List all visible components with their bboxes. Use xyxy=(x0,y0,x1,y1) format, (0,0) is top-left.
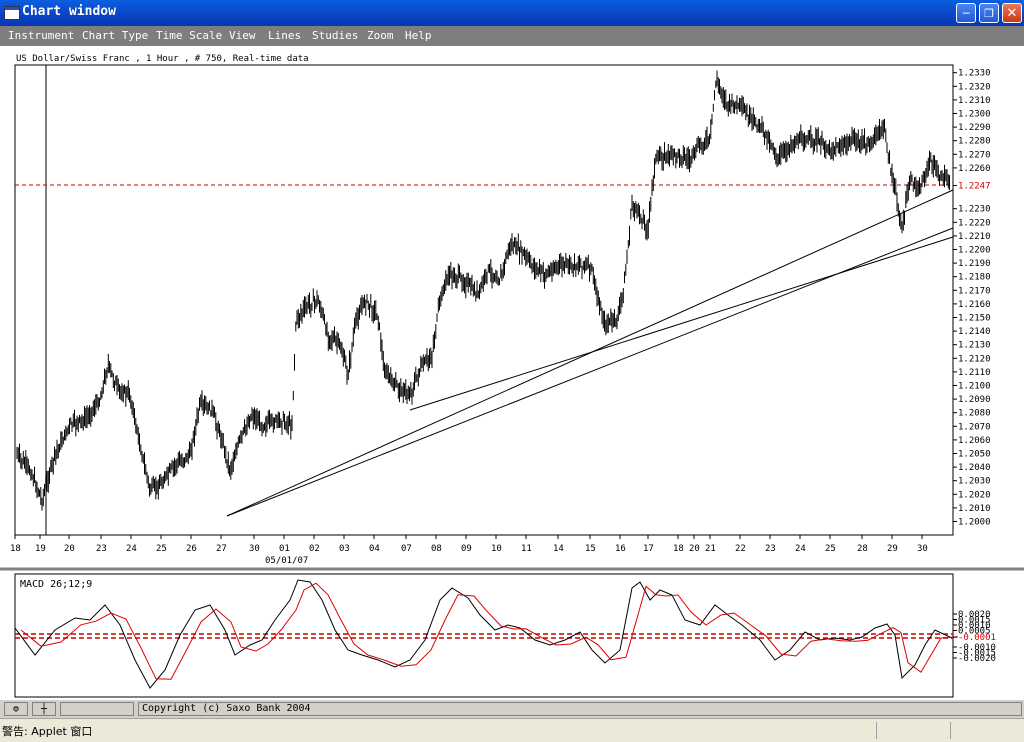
price-tick-label: 1.2280 xyxy=(958,137,991,147)
date-tick-label: 25 xyxy=(825,544,836,554)
date-tick-label: 17 xyxy=(643,544,654,554)
date-tick-label: 14 xyxy=(553,544,564,554)
price-tick-label: 1.2300 xyxy=(958,110,991,120)
status-bar: 警告: Applet 窗口 xyxy=(0,718,1024,742)
macd-label: MACD 26;12;9 xyxy=(20,579,92,590)
price-tick-label: 1.2320 xyxy=(958,82,991,92)
date-tick-label: 20 xyxy=(689,544,700,554)
price-tick-label: 1.2080 xyxy=(958,409,991,419)
price-tick-label: 1.2270 xyxy=(958,150,991,160)
pin-button[interactable]: ⎊ xyxy=(4,702,28,716)
price-tick-label: 1.2230 xyxy=(958,205,991,215)
date-tick-label: 24 xyxy=(126,544,137,554)
price-tick-label: 1.2030 xyxy=(958,477,991,487)
price-tick-label: 1.2000 xyxy=(958,518,991,528)
price-tick-label: 1.2130 xyxy=(958,341,991,351)
price-tick-label: 1.2170 xyxy=(958,286,991,296)
price-tick-label: 1.2210 xyxy=(958,232,991,242)
price-tick-label: 1.2190 xyxy=(958,259,991,269)
price-tick-label: 1.2120 xyxy=(958,354,991,364)
status-text: 警告: Applet 窗口 xyxy=(2,725,93,738)
date-tick-label: 09 xyxy=(461,544,472,554)
price-axis: 1.2330 1.2320 1.2310 1.2300 1.2290 1.2280 1.22… xyxy=(953,69,991,528)
date-tick-label: 18 xyxy=(673,544,684,554)
month-label: 05/01/07 xyxy=(265,556,308,566)
price-tick-label: 1.2040 xyxy=(958,463,991,473)
date-tick-label: 01 xyxy=(279,544,290,554)
date-tick-label: 23 xyxy=(96,544,107,554)
date-tick-label: 23 xyxy=(765,544,776,554)
date-tick-label: 27 xyxy=(216,544,227,554)
price-tick-label: 1.2140 xyxy=(958,327,991,337)
price-tick-label: 1.2050 xyxy=(958,450,991,460)
date-tick-label: 16 xyxy=(615,544,626,554)
date-tick-label: 07 xyxy=(401,544,412,554)
price-tick-label: 1.2330 xyxy=(958,69,991,79)
price-chart[interactable]: US Dollar/Swiss Franc , 1 Hour , # 750, … xyxy=(0,0,1024,700)
macd-tick-label: -0.0001 xyxy=(958,633,996,643)
trend-line-middle[interactable] xyxy=(409,236,954,411)
date-tick-label: 19 xyxy=(35,544,46,554)
price-tick-label: 1.2220 xyxy=(958,218,991,228)
date-tick-label: 22 xyxy=(735,544,746,554)
crosshair-button[interactable]: ┼ xyxy=(32,702,56,716)
macd-tick-label: -0.0020 xyxy=(958,654,996,664)
date-tick-label: 26 xyxy=(186,544,197,554)
date-tick-label: 30 xyxy=(917,544,928,554)
date-tick-label: 03 xyxy=(339,544,350,554)
price-tick-label: 1.2020 xyxy=(958,490,991,500)
date-tick-label: 21 xyxy=(705,544,716,554)
price-tick-label: 1.2160 xyxy=(958,300,991,310)
date-tick-label: 08 xyxy=(431,544,442,554)
chart-header: US Dollar/Swiss Franc , 1 Hour , # 750, … xyxy=(16,54,309,64)
date-tick-label: 10 xyxy=(491,544,502,554)
price-tick-label: 1.2200 xyxy=(958,246,991,256)
price-tick-label: 1.2290 xyxy=(958,123,991,133)
price-tick-label: 1.2010 xyxy=(958,504,991,514)
date-tick-label: 24 xyxy=(795,544,806,554)
macd-axis: 0.00200.00150.00100.0005-0.0001-0.0010-0… xyxy=(953,610,996,664)
date-tick-label: 04 xyxy=(369,544,380,554)
signal-line xyxy=(20,582,959,680)
date-tick-label: 11 xyxy=(521,544,532,554)
bottom-toolbar: ⎊ ┼ Copyright (c) Saxo Bank 2004 xyxy=(0,700,1024,718)
date-tick-label: 15 xyxy=(585,544,596,554)
price-tick-label: 1.2110 xyxy=(958,368,991,378)
date-tick-label: 30 xyxy=(249,544,260,554)
date-tick-label: 18 xyxy=(10,544,21,554)
price-tick-label: 1.2090 xyxy=(958,395,991,405)
price-bars xyxy=(16,70,950,511)
copyright-text: Copyright (c) Saxo Bank 2004 xyxy=(142,703,311,714)
price-tick-label: 1.2100 xyxy=(958,382,991,392)
date-tick-label: 02 xyxy=(309,544,320,554)
status-segment xyxy=(876,722,877,739)
date-tick-label: 29 xyxy=(887,544,898,554)
price-tick-label: 1.2310 xyxy=(958,96,991,106)
price-tick-label: 1.2180 xyxy=(958,273,991,283)
date-axis: 18 19 20 23 24 25 26 27 30 01 02 03 04 07 08 09 10 11 14 15… xyxy=(10,535,928,554)
date-tick-label: 20 xyxy=(64,544,75,554)
price-tick-label: 1.2060 xyxy=(958,436,991,446)
price-tick-label: 1.2070 xyxy=(958,422,991,432)
price-tick-label: 1.2247 xyxy=(958,182,991,192)
price-tick-label: 1.2150 xyxy=(958,314,991,324)
status-segment xyxy=(950,722,951,739)
input-field[interactable] xyxy=(60,702,134,716)
date-tick-label: 28 xyxy=(857,544,868,554)
date-tick-label: 25 xyxy=(156,544,167,554)
price-tick-label: 1.2260 xyxy=(958,164,991,174)
